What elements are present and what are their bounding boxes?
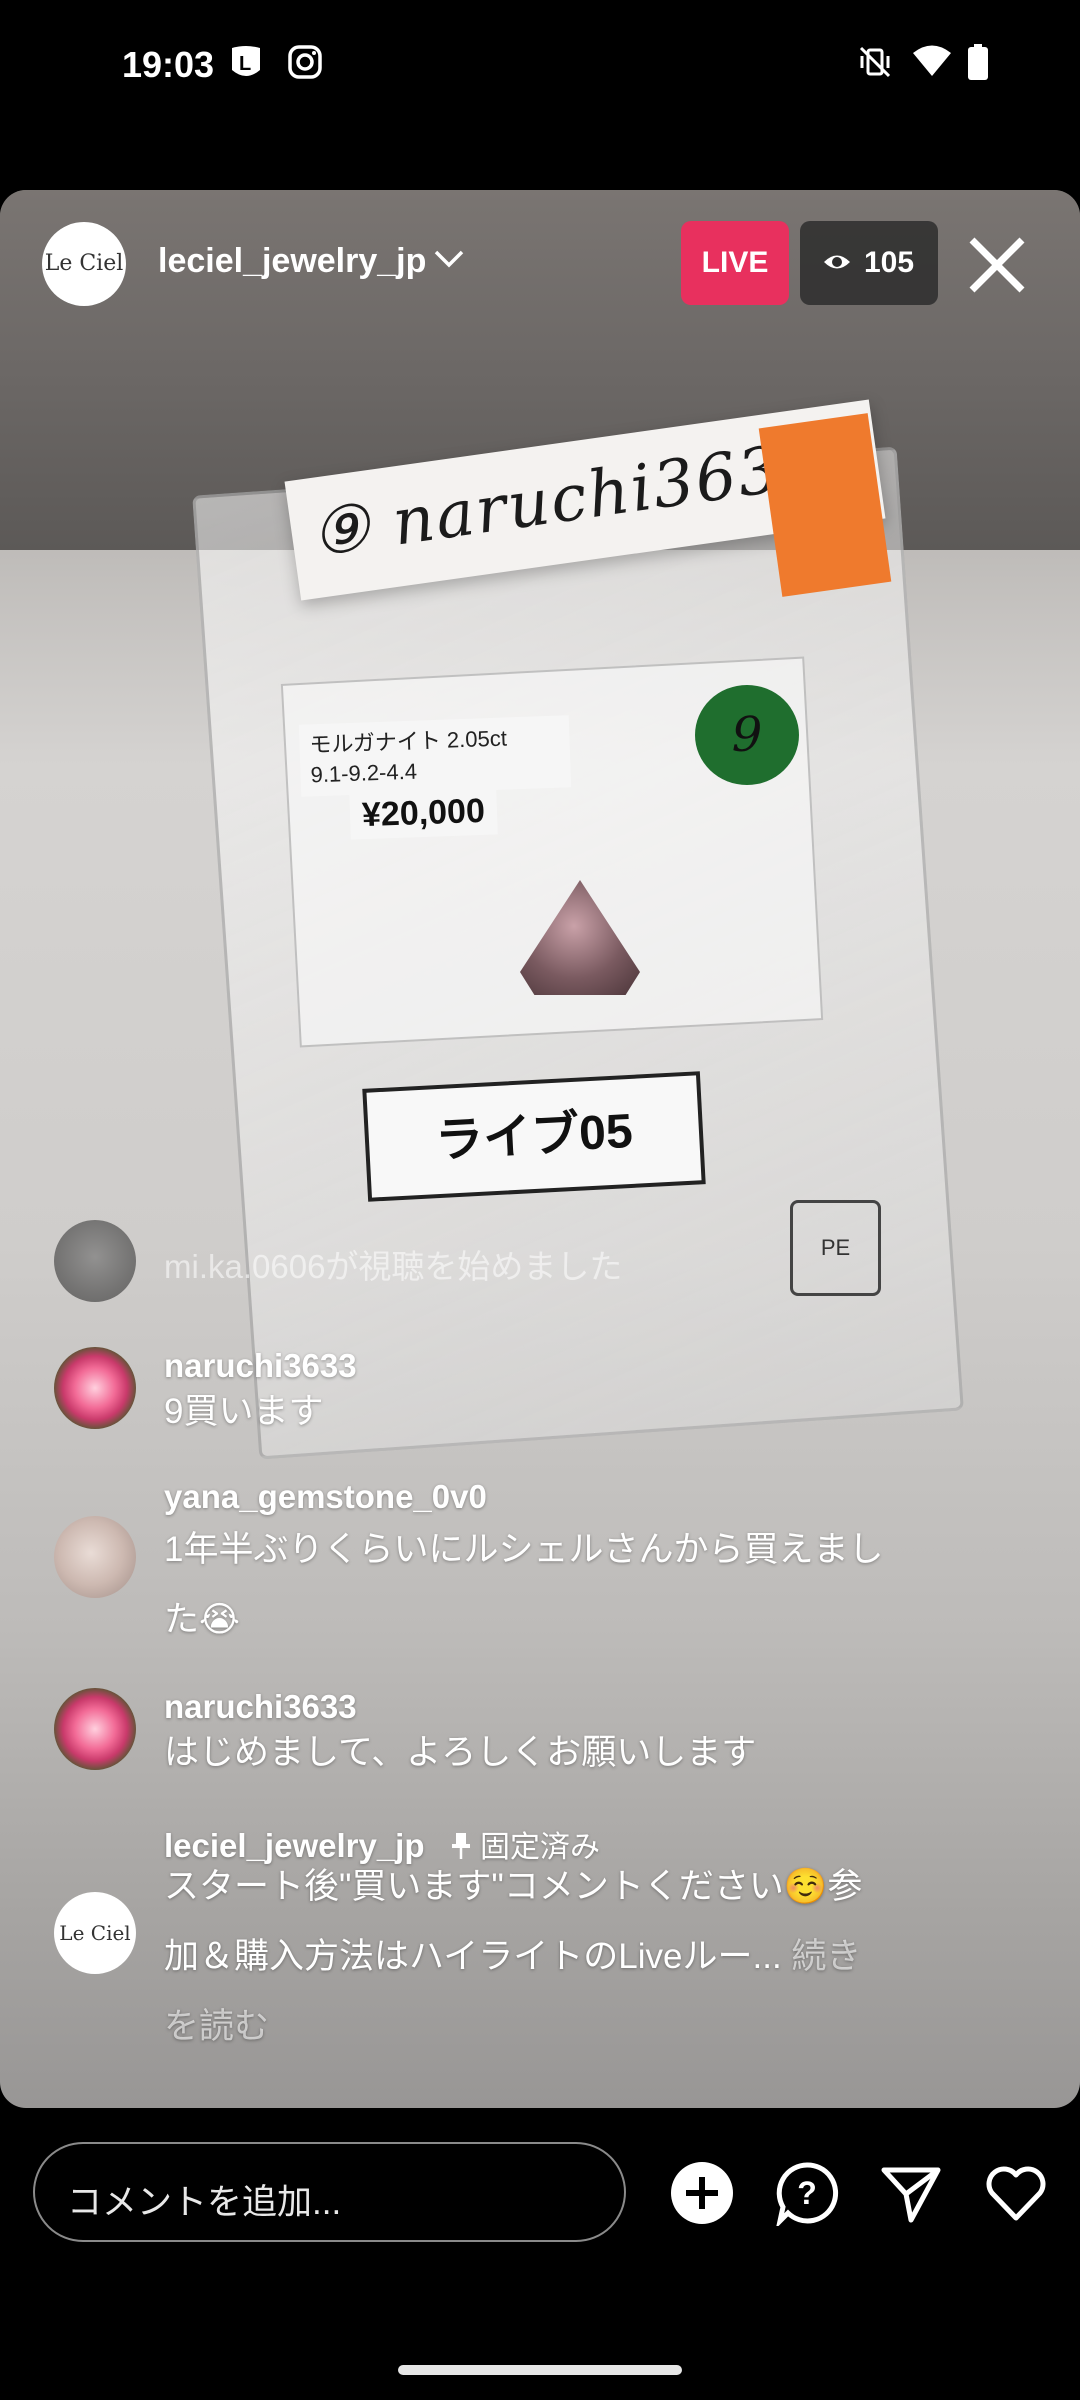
add-icon[interactable] (669, 2160, 735, 2226)
comment-text: 9買います (164, 1392, 324, 1431)
joined-text: mi.ka.0606が視聴を始めました (164, 1248, 623, 1285)
home-indicator[interactable] (398, 2365, 682, 2375)
chevron-down-icon[interactable] (432, 247, 466, 271)
read-more-link[interactable]: 続き (791, 1937, 861, 1976)
avatar[interactable] (54, 1220, 136, 1302)
eye-icon (824, 255, 850, 269)
live-card: ライブ05 (362, 1071, 706, 1202)
send-icon[interactable] (878, 2160, 944, 2226)
viewer-count: 105 (864, 246, 915, 279)
gem-price: ¥20,000 (349, 787, 498, 840)
avatar[interactable] (54, 1688, 136, 1770)
green-number-sticker: 9 (695, 685, 799, 785)
svg-text:?: ? (797, 2175, 817, 2211)
line-app-icon: L (232, 46, 260, 76)
wifi-icon (913, 45, 951, 76)
orange-tag (758, 413, 892, 597)
instagram-icon (288, 45, 322, 79)
comment-placeholder: コメントを追加... (67, 2183, 342, 2222)
live-badge: LIVE (681, 221, 789, 305)
close-icon[interactable] (962, 236, 1032, 294)
viewer-count-badge[interactable]: 105 (800, 221, 938, 305)
read-more-link[interactable]: を読む (164, 1992, 964, 2062)
avatar[interactable]: Le Ciel (54, 1892, 136, 1974)
avatar[interactable] (54, 1516, 136, 1598)
heart-icon[interactable] (983, 2160, 1049, 2226)
avatar[interactable] (54, 1347, 136, 1429)
vibrate-off-icon (859, 46, 891, 78)
comment-text: スタート後"買います"コメントください☺️参 加＆購入方法はハイライトのLive… (164, 1852, 964, 2062)
recycle-mark: PE (790, 1200, 881, 1296)
status-bar: 19:03 L (0, 0, 1080, 130)
battery-icon (968, 44, 988, 80)
svg-text:L: L (239, 53, 251, 75)
host-avatar[interactable]: Le Ciel (42, 222, 126, 306)
comment-input[interactable]: コメントを追加... (33, 2142, 626, 2242)
comment-username[interactable]: yana_gemstone_0v0 (164, 1478, 487, 1516)
comment-text: はじめまして、よろしくお願いします (164, 1733, 757, 1772)
question-icon[interactable]: ? (774, 2160, 840, 2226)
comment-text: 1年半ぶりくらいにルシェルさんから買えました😭 (164, 1530, 884, 1639)
gem-spec: モルガナイト 2.05ct 9.1-9.2-4.4 (298, 715, 572, 797)
host-username[interactable]: leciel_jewelry_jp (158, 242, 426, 281)
status-time: 19:03 (122, 44, 215, 85)
